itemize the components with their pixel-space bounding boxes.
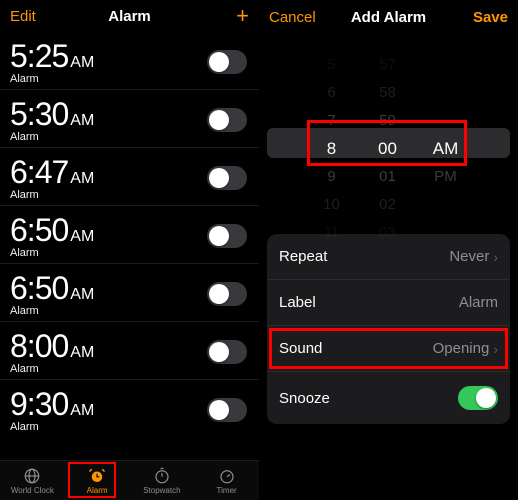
picker-item [421, 191, 471, 219]
picker-item: AM [421, 135, 471, 163]
alarm-time: 6:50 [10, 270, 68, 307]
alarm-time: 9:30 [10, 386, 68, 423]
alarm-toggle[interactable] [207, 398, 247, 422]
alarm-ampm: AM [70, 344, 94, 362]
add-alarm-screen: Cancel Add Alarm Save 567891011 57585900… [259, 0, 518, 500]
time-picker[interactable]: 567891011 57585900010203 AMPM [259, 44, 518, 214]
chevron-right-icon: › [493, 341, 498, 357]
tab-alarm[interactable]: Alarm [65, 461, 130, 500]
picker-item: 03 [363, 219, 413, 247]
picker-minutes[interactable]: 57585900010203 [363, 51, 413, 221]
alarm-ampm: AM [70, 228, 94, 246]
picker-item [421, 79, 471, 107]
alarm-toggle[interactable] [207, 340, 247, 364]
alarm-ampm: AM [70, 402, 94, 420]
repeat-value: Never [449, 248, 489, 265]
picker-item: 57 [363, 51, 413, 79]
picker-item: 59 [363, 107, 413, 135]
alarm-row[interactable]: 6:50AMAlarm [0, 206, 259, 264]
save-button[interactable]: Save [473, 9, 508, 26]
tab-label: Timer [217, 486, 237, 495]
picker-item: 6 [307, 79, 357, 107]
alarm-settings: Repeat Never› Label Alarm Sound Opening›… [267, 234, 510, 424]
alarm-toggle[interactable] [207, 224, 247, 248]
picker-item: 5 [307, 51, 357, 79]
alarm-row[interactable]: 5:30AMAlarm [0, 90, 259, 148]
picker-item: 01 [363, 163, 413, 191]
alarm-time: 5:25 [10, 38, 68, 75]
tab-bar: World Clock Alarm Stopwatch Timer [0, 460, 259, 500]
repeat-label: Repeat [279, 248, 327, 265]
alarm-label: Alarm [10, 247, 94, 259]
label-row[interactable]: Label Alarm [267, 280, 510, 326]
tab-stopwatch[interactable]: Stopwatch [130, 461, 195, 500]
alarm-ampm: AM [70, 54, 94, 72]
edit-button[interactable]: Edit [10, 8, 36, 25]
picker-item [421, 107, 471, 135]
alarm-label: Alarm [10, 421, 94, 433]
label-value: Alarm [459, 294, 498, 311]
alarm-label: Alarm [10, 363, 94, 375]
alarm-label: Alarm [10, 73, 94, 85]
picker-item [421, 51, 471, 79]
sound-value: Opening [433, 340, 490, 357]
picker-item: 58 [363, 79, 413, 107]
alarm-label: Alarm [10, 305, 94, 317]
alarm-label: Alarm [10, 131, 94, 143]
alarm-ampm: AM [70, 170, 94, 188]
alarm-list[interactable]: 5:25AMAlarm5:30AMAlarm6:47AMAlarm6:50AMA… [0, 32, 259, 464]
snooze-label: Snooze [279, 390, 330, 407]
picker-item: 02 [363, 191, 413, 219]
alarm-toggle[interactable] [207, 50, 247, 74]
alarm-label: Alarm [10, 189, 94, 201]
picker-item: 8 [307, 135, 357, 163]
alarm-time: 5:30 [10, 96, 68, 133]
picker-item: 11 [307, 219, 357, 247]
picker-item: 7 [307, 107, 357, 135]
tab-timer[interactable]: Timer [194, 461, 259, 500]
alarm-list-screen: Edit Alarm + 5:25AMAlarm5:30AMAlarm6:47A… [0, 0, 259, 500]
picker-item: PM [421, 163, 471, 191]
picker-item [421, 219, 471, 247]
alarm-time: 8:00 [10, 328, 68, 365]
timer-icon [218, 467, 236, 485]
cancel-button[interactable]: Cancel [269, 9, 316, 26]
alarm-row[interactable]: 6:50AMAlarm [0, 264, 259, 322]
alarm-row[interactable]: 6:47AMAlarm [0, 148, 259, 206]
alarm-toggle[interactable] [207, 108, 247, 132]
tab-world-clock[interactable]: World Clock [0, 461, 65, 500]
add-alarm-button[interactable]: + [236, 3, 249, 29]
alarm-title: Alarm [0, 8, 259, 25]
snooze-toggle[interactable] [458, 386, 498, 410]
alarm-row[interactable]: 8:00AMAlarm [0, 322, 259, 380]
alarm-row[interactable]: 5:25AMAlarm [0, 32, 259, 90]
stopwatch-icon [153, 467, 171, 485]
globe-icon [23, 467, 41, 485]
tab-label: World Clock [11, 486, 54, 495]
picker-item: 10 [307, 191, 357, 219]
snooze-row: Snooze [267, 372, 510, 424]
alarm-toggle[interactable] [207, 282, 247, 306]
add-alarm-topbar: Cancel Add Alarm Save [259, 0, 518, 34]
tab-label: Stopwatch [143, 486, 180, 495]
sound-row[interactable]: Sound Opening› [267, 326, 510, 372]
alarm-topbar: Edit Alarm + [0, 0, 259, 32]
alarm-ampm: AM [70, 112, 94, 130]
alarm-ampm: AM [70, 286, 94, 304]
alarm-time: 6:47 [10, 154, 68, 191]
label-label: Label [279, 294, 316, 311]
picker-hours[interactable]: 567891011 [307, 51, 357, 221]
alarm-toggle[interactable] [207, 166, 247, 190]
picker-item: 9 [307, 163, 357, 191]
tab-label: Alarm [87, 486, 108, 495]
picker-item: 00 [363, 135, 413, 163]
picker-ampm[interactable]: AMPM [421, 51, 471, 221]
alarm-time: 6:50 [10, 212, 68, 249]
chevron-right-icon: › [493, 249, 498, 265]
alarm-row[interactable]: 9:30AMAlarm [0, 380, 259, 437]
sound-label: Sound [279, 340, 322, 357]
alarm-icon [88, 467, 106, 485]
